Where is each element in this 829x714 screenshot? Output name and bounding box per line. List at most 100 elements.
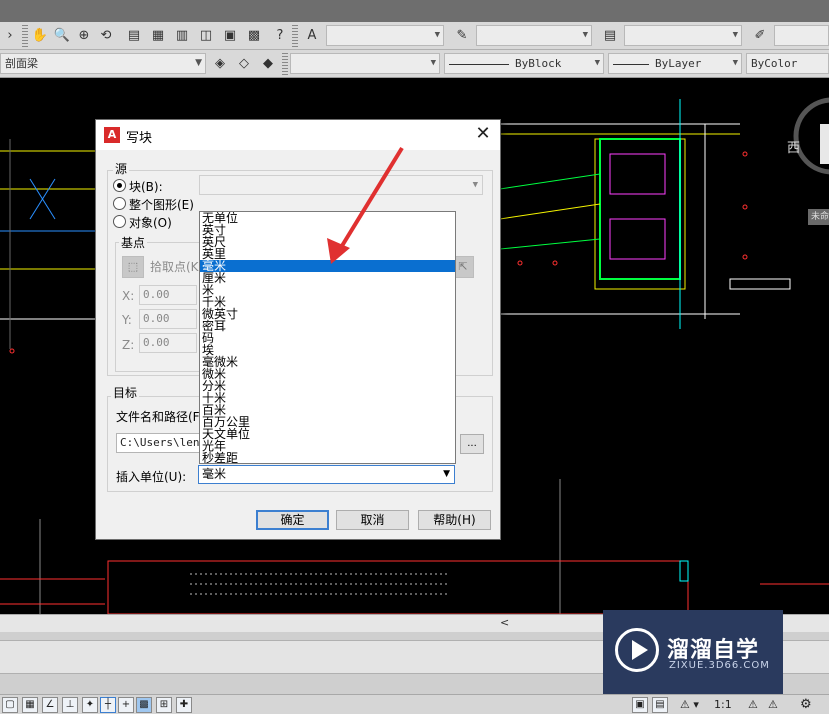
unit-option[interactable]: 厘米 bbox=[200, 272, 455, 284]
layer-previous-icon[interactable]: ◇ bbox=[234, 54, 254, 74]
block-name-select[interactable]: ▼ bbox=[199, 175, 483, 195]
watermark: 溜溜自学 ZIXUE.3D66.COM bbox=[603, 610, 783, 694]
unit-option[interactable]: 秒差距 bbox=[200, 452, 455, 463]
insert-units-dropdown-list[interactable]: 无单位 英寸 英尺 英里 毫米 厘米米千米 微英寸 密耳码埃毫微米 微米 分米 十米 百米 百万公里 天文… bbox=[199, 211, 456, 464]
lineweight-value: ByLayer bbox=[655, 57, 702, 70]
unit-option[interactable]: 十米 bbox=[200, 392, 455, 404]
target-label: 目标 bbox=[111, 384, 140, 401]
ortho-icon[interactable]: ⊥ bbox=[62, 697, 78, 713]
chevron-down-icon: ▼ bbox=[732, 30, 738, 40]
y-field[interactable]: 0.00 bbox=[139, 309, 197, 329]
unit-option[interactable]: 无单位 bbox=[200, 212, 455, 224]
unit-option[interactable]: 码 bbox=[200, 332, 455, 344]
pick-point-icon[interactable]: ⬚ bbox=[122, 256, 144, 278]
cad-drawing-bottom bbox=[0, 560, 829, 614]
dialog-title: 写块 bbox=[126, 131, 153, 146]
insert-units-select[interactable]: 毫米 ▼ bbox=[198, 465, 455, 484]
annotation-visibility-icon[interactable]: ⚠ bbox=[748, 698, 758, 711]
z-field[interactable]: 0.00 bbox=[139, 333, 197, 353]
quick-view-icon[interactable]: ▤ bbox=[652, 697, 668, 713]
dropdown-arrow-icon[interactable]: › bbox=[0, 26, 20, 46]
unit-option[interactable]: 英里 bbox=[200, 248, 455, 260]
design-center-icon[interactable]: ▦ bbox=[148, 26, 168, 46]
layer-name: 剖面梁 bbox=[5, 57, 38, 70]
polar-icon[interactable]: ✦ bbox=[82, 697, 98, 713]
text-style-combo[interactable]: ▼ bbox=[326, 25, 444, 46]
markup-icon[interactable]: ▣ bbox=[220, 26, 240, 46]
radio-entire-drawing-label: 整个图形(E) bbox=[129, 198, 194, 212]
radio-entire-drawing[interactable] bbox=[113, 197, 126, 210]
chevron-down-icon: ▼ bbox=[472, 180, 478, 190]
model-space-icon[interactable]: ▢ bbox=[2, 697, 18, 713]
table-style-combo[interactable]: ▼ bbox=[624, 25, 742, 46]
close-button[interactable]: ✕ bbox=[472, 123, 494, 145]
unit-option[interactable]: 微米 bbox=[200, 368, 455, 380]
scroll-left-icon[interactable]: < bbox=[500, 616, 509, 629]
layer-states-icon[interactable]: ◆ bbox=[258, 54, 278, 74]
unit-option[interactable]: 埃 bbox=[200, 344, 455, 356]
dim-style-icon[interactable]: ✎ bbox=[452, 26, 472, 46]
zoom-window-icon[interactable]: ⊕ bbox=[74, 26, 94, 46]
snap-icon[interactable]: ∠ bbox=[42, 697, 58, 713]
unit-option[interactable]: 毫微米 bbox=[200, 356, 455, 368]
unit-option[interactable]: 英尺 bbox=[200, 236, 455, 248]
osnap-icon[interactable]: ┼ bbox=[100, 697, 116, 713]
watermark-url: ZIXUE.3D66.COM bbox=[669, 660, 770, 671]
linetype-value: ByBlock bbox=[515, 57, 562, 70]
zoom-realtime-icon[interactable]: 🔍 bbox=[52, 26, 72, 46]
annotation-scale-value[interactable]: 1:1 bbox=[714, 698, 732, 711]
unit-option[interactable]: 毫米 bbox=[200, 260, 455, 272]
plotstyle-combo[interactable]: ByColor bbox=[746, 53, 829, 74]
unit-option[interactable]: 英寸 bbox=[200, 224, 455, 236]
dialog-titlebar[interactable]: A 写块 ✕ bbox=[96, 120, 500, 150]
cad-drawing-left bbox=[0, 139, 95, 354]
layer-combo[interactable]: 剖面梁 ▼ bbox=[0, 53, 206, 74]
gear-icon[interactable]: ⚙ bbox=[800, 697, 812, 712]
file-path-label: 文件名和路径(F): bbox=[116, 410, 209, 424]
color-combo[interactable]: ▼ bbox=[290, 53, 440, 74]
multileader-style-icon[interactable]: ✐ bbox=[750, 26, 770, 46]
x-field[interactable]: 0.00 bbox=[139, 285, 197, 305]
tool-palettes-icon[interactable]: ▥ bbox=[172, 26, 192, 46]
properties-icon[interactable]: ▤ bbox=[124, 26, 144, 46]
calculator-icon[interactable]: ▩ bbox=[244, 26, 264, 46]
pan-hand-icon[interactable]: ✋ bbox=[30, 26, 50, 46]
ok-button[interactable]: 确定 bbox=[256, 510, 329, 530]
browse-button[interactable]: ... bbox=[460, 434, 484, 454]
unit-option[interactable]: 密耳 bbox=[200, 320, 455, 332]
help-button[interactable]: 帮助(H) bbox=[418, 510, 491, 530]
help-icon[interactable]: ? bbox=[270, 26, 290, 46]
transparency-icon[interactable]: ⊞ bbox=[156, 697, 172, 713]
radio-block[interactable] bbox=[113, 179, 126, 192]
dim-style-combo[interactable]: ▼ bbox=[476, 25, 592, 46]
layout-icon[interactable]: ▣ bbox=[632, 697, 648, 713]
unit-option[interactable]: 千米 bbox=[200, 296, 455, 308]
zoom-previous-icon[interactable]: ⟲ bbox=[96, 26, 116, 46]
unit-option[interactable]: 米 bbox=[200, 284, 455, 296]
radio-objects[interactable] bbox=[113, 215, 126, 228]
unit-option[interactable]: 微英寸 bbox=[200, 308, 455, 320]
multileader-style-combo[interactable] bbox=[774, 25, 829, 46]
otrack-icon[interactable]: + bbox=[118, 697, 134, 713]
unit-option[interactable]: 分米 bbox=[200, 380, 455, 392]
grid-icon[interactable]: ▦ bbox=[22, 697, 38, 713]
ucs-unnamed-label[interactable]: 未命名 bbox=[808, 209, 829, 225]
auto-scale-icon[interactable]: ⚠ bbox=[768, 698, 778, 711]
unit-option[interactable]: 天文单位 bbox=[200, 428, 455, 440]
autocad-logo-icon: A bbox=[104, 127, 120, 143]
lineweight-toggle-icon[interactable]: ▩ bbox=[136, 697, 152, 713]
file-path-field[interactable]: C:\Users\lenovo bbox=[116, 433, 200, 453]
cancel-button[interactable]: 取消 bbox=[336, 510, 409, 530]
text-style-icon[interactable]: A bbox=[302, 26, 322, 46]
linetype-combo[interactable]: ByBlock ▼ bbox=[444, 53, 604, 74]
annotation-scale-icon[interactable]: ⚠ ▾ bbox=[680, 698, 699, 711]
unit-option[interactable]: 光年 bbox=[200, 440, 455, 452]
selection-cycling-icon[interactable]: ✚ bbox=[176, 697, 192, 713]
pick-point-label[interactable]: 拾取点(K) bbox=[150, 258, 203, 275]
make-current-layer-icon[interactable]: ◈ bbox=[210, 54, 230, 74]
table-style-icon[interactable]: ▤ bbox=[600, 26, 620, 46]
sheet-set-icon[interactable]: ◫ bbox=[196, 26, 216, 46]
title-strip bbox=[0, 0, 829, 22]
toolbar-grip bbox=[22, 25, 28, 47]
lineweight-combo[interactable]: ByLayer ▼ bbox=[608, 53, 742, 74]
